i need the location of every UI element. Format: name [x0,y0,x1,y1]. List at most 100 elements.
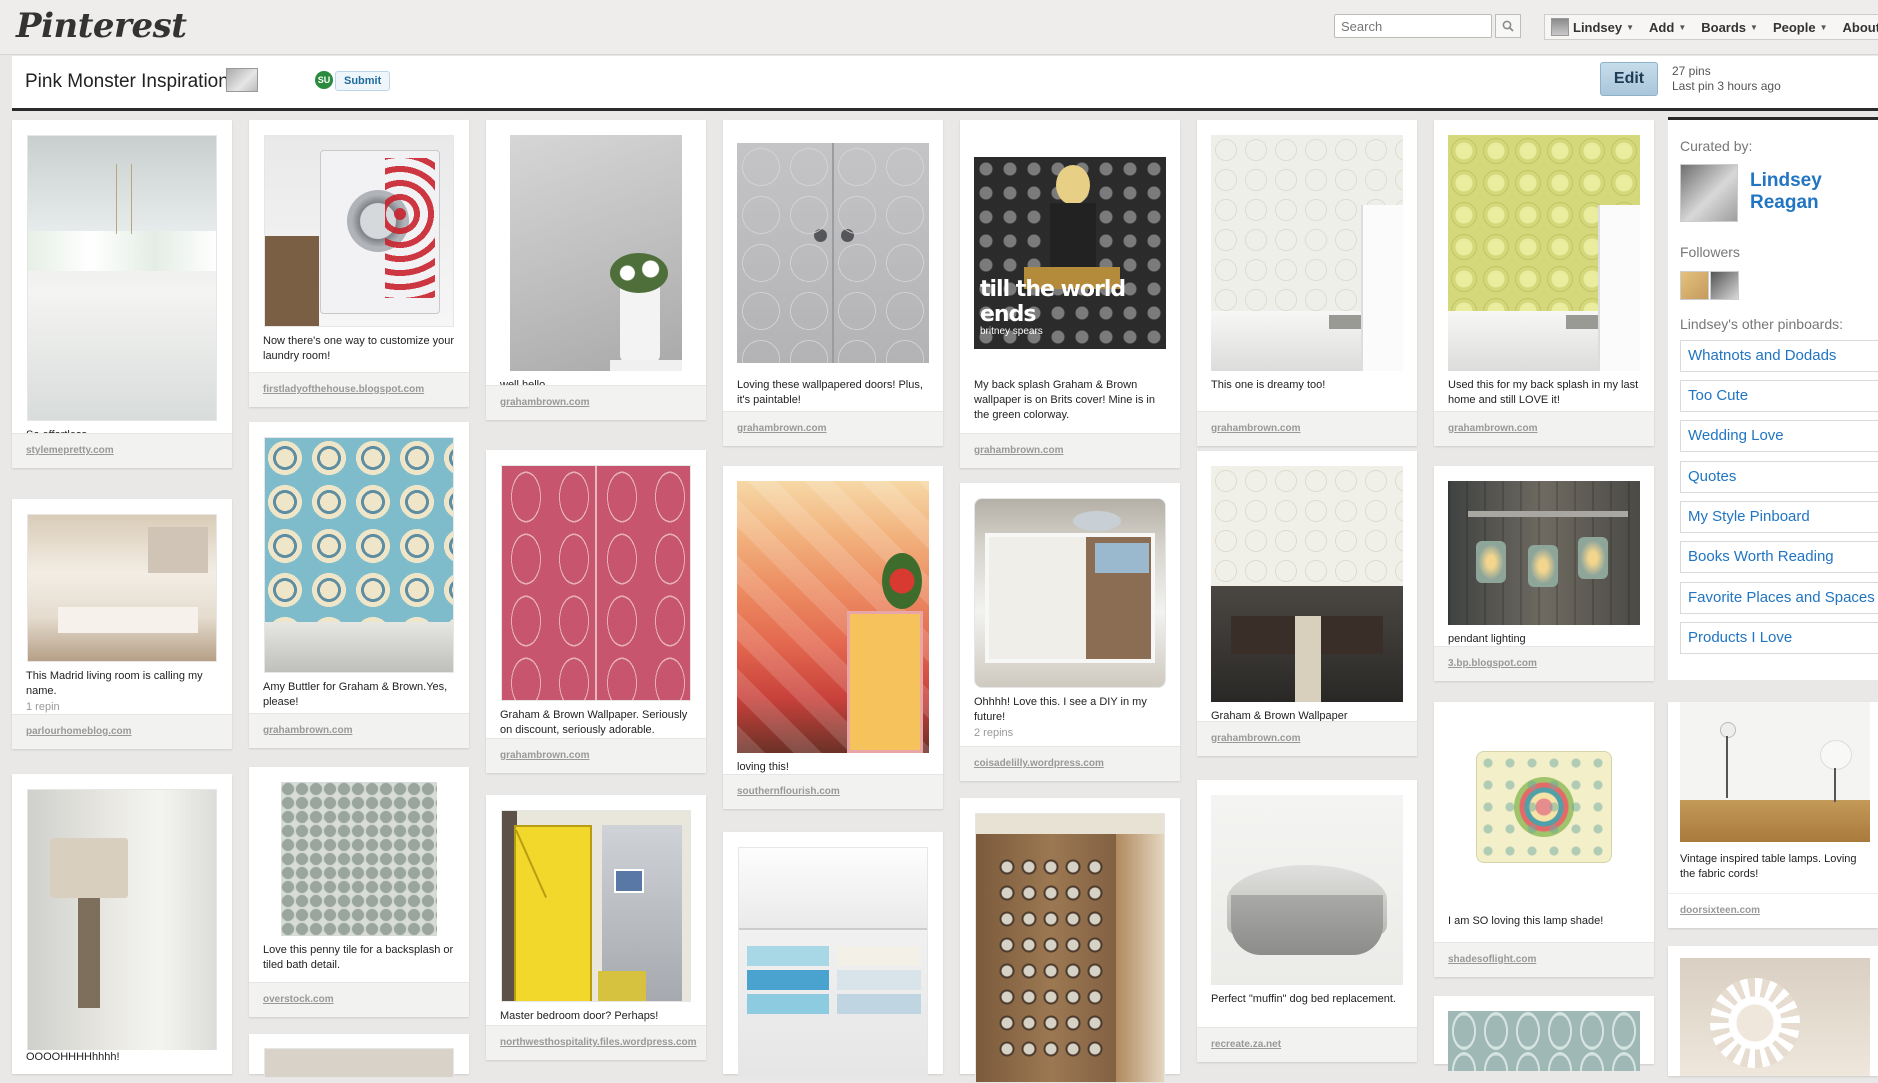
pin-image[interactable] [974,498,1166,688]
pin-image[interactable] [975,813,1165,1083]
pin-card[interactable]: Amy Buttler for Graham & Brown.Yes, plea… [249,422,469,748]
pin-source-link[interactable]: grahambrown.com [500,397,589,408]
nav-boards[interactable]: Boards ▼ [1701,20,1758,35]
pin-source-link[interactable]: doorsixteen.com [1680,905,1760,916]
pin-source-link[interactable]: grahambrown.com [500,750,589,761]
pin-source-link[interactable]: stylemepretty.com [26,445,114,456]
pin-card[interactable] [249,1034,469,1078]
pin-source-link[interactable]: grahambrown.com [263,725,352,736]
pin-image[interactable] [501,465,691,701]
pin-card[interactable]: Graham & Brown Wallpaper. Seriously on d… [486,450,706,773]
nav-people[interactable]: People ▼ [1773,20,1828,35]
pin-image[interactable] [1680,958,1870,1076]
board-owner-thumbnail[interactable] [226,68,258,92]
pin-card[interactable]: Used this for my back splash in my last … [1434,120,1654,446]
sidebar-board-link[interactable]: Too Cute [1680,380,1878,412]
pin-image[interactable] [1211,795,1403,985]
sidebar-board-link[interactable]: Books Worth Reading [1680,541,1878,573]
nav-add[interactable]: Add ▼ [1649,20,1686,35]
pin-image[interactable] [738,847,928,1077]
pin-source-link[interactable]: grahambrown.com [1211,733,1300,744]
pin-source-link[interactable]: grahambrown.com [1448,423,1537,434]
pin-card[interactable]: I am SO loving this lamp shade! shadesof… [1434,702,1654,977]
pin-image[interactable] [27,514,217,662]
pin-card[interactable]: This one is dreamy too! grahambrown.com [1197,120,1417,446]
pin-source-link[interactable]: grahambrown.com [974,445,1063,456]
sidebar-board-link[interactable]: Products I Love [1680,622,1878,654]
user-avatar [1551,18,1569,36]
pin-card[interactable] [1668,946,1878,1076]
pin-image[interactable] [1448,1011,1640,1071]
pin-card[interactable]: Perfect "muffin" dog bed replacement. re… [1197,780,1417,1062]
pin-image[interactable] [1448,135,1640,371]
pin-source-link[interactable]: parlourhomeblog.com [26,726,132,737]
pin-card[interactable]: Now there's one way to customize your la… [249,120,469,407]
pin-image[interactable] [264,437,454,673]
sidebar-board-link[interactable]: My Style Pinboard [1680,501,1878,533]
pin-image[interactable] [27,789,217,1059]
pin-source-bar: recreate.za.net [1197,1027,1417,1062]
pin-image[interactable] [281,782,437,936]
pin-source-link[interactable]: coisadelilly.wordpress.com [974,758,1104,769]
caret-down-icon: ▼ [1750,22,1758,32]
pin-card[interactable] [723,832,943,1077]
pin-card[interactable]: So effortless. stylemepretty.com [12,120,232,468]
pin-card[interactable]: well hello... grahambrown.com [486,120,706,420]
pin-source-link[interactable]: northwesthospitality.files.wordpress.com [500,1037,697,1048]
search-input[interactable] [1334,14,1492,38]
sidebar-board-link[interactable]: Favorite Places and Spaces [1680,582,1878,614]
sidebar-board-link[interactable]: Wedding Love [1680,420,1878,452]
sidebar-board-link[interactable]: Whatnots and Dodads [1680,340,1878,372]
pinterest-logo[interactable]: Pinterest [16,6,187,46]
pin-card[interactable]: till the world ends britney spears My ba… [960,120,1180,468]
nav-user-lindsey[interactable]: Lindsey ▼ [1551,18,1634,36]
pin-card[interactable]: Ohhhh! Love this. I see a DIY in my futu… [960,483,1180,781]
pin-source-link[interactable]: shadesoflight.com [1448,954,1536,965]
edit-board-button[interactable]: Edit [1600,62,1658,96]
pin-card[interactable]: This Madrid living room is calling my na… [12,499,232,749]
follower-avatar[interactable] [1680,271,1709,300]
pin-image[interactable] [264,135,454,327]
pin-card[interactable]: Graham & Brown Wallpaper grahambrown.com [1197,451,1417,756]
pin-source-link[interactable]: 3.bp.blogspot.com [1448,658,1537,669]
pin-description: pendant lighting [1448,633,1526,645]
pin-image[interactable] [1211,135,1403,371]
pin-card[interactable]: Master bedroom door? Perhaps! northwesth… [486,795,706,1060]
search-button[interactable] [1495,14,1521,38]
submit-button[interactable]: Submit [335,71,391,91]
pin-card[interactable]: pendant lighting 3.bp.blogspot.com [1434,466,1654,681]
curator-avatar[interactable] [1680,164,1738,222]
pin-image[interactable] [1448,481,1640,625]
sidebar-board-link[interactable]: Quotes [1680,461,1878,493]
pin-source-link[interactable]: grahambrown.com [1211,423,1300,434]
pin-source-link[interactable]: firstladyofthehouse.blogspot.com [263,384,424,395]
pin-description: Master bedroom door? Perhaps! [500,1010,659,1022]
pin-card[interactable]: Loving these wallpapered doors! Plus, it… [723,120,943,446]
pin-image[interactable] [737,143,929,363]
pin-source-link[interactable]: recreate.za.net [1211,1039,1281,1050]
pin-source-link[interactable]: grahambrown.com [737,423,826,434]
pin-card[interactable]: Vintage inspired table lamps. Loving the… [1668,702,1878,928]
pin-source-link[interactable]: southernflourish.com [737,786,840,797]
pin-image[interactable] [510,135,682,371]
pin-source-bar: firstladyofthehouse.blogspot.com [249,372,469,407]
pin-image[interactable] [1448,717,1640,907]
pin-image[interactable] [27,135,217,421]
pin-card[interactable] [960,798,1180,1083]
nav-about[interactable]: About ▼ [1843,20,1878,35]
pin-image[interactable] [1211,466,1403,702]
pin-image[interactable] [1680,702,1870,842]
follower-avatar[interactable] [1710,271,1739,300]
stumbleupon-icon[interactable]: SU [315,71,333,89]
pin-image[interactable]: till the world ends britney spears [974,157,1166,349]
curator-name-link[interactable]: Lindsey Reagan [1750,170,1860,214]
pin-repin-count: 2 repins [974,727,1014,739]
pin-card[interactable]: Love this penny tile for a backsplash or… [249,767,469,1017]
pin-card[interactable]: loving this! southernflourish.com [723,466,943,809]
pin-card[interactable]: OOOOHHHHhhhh! [12,774,232,1074]
pin-source-link[interactable]: overstock.com [263,994,334,1005]
pin-image[interactable] [737,481,929,753]
pin-image[interactable] [264,1048,454,1078]
pin-card[interactable] [1434,996,1654,1071]
pin-image[interactable] [501,810,691,1002]
